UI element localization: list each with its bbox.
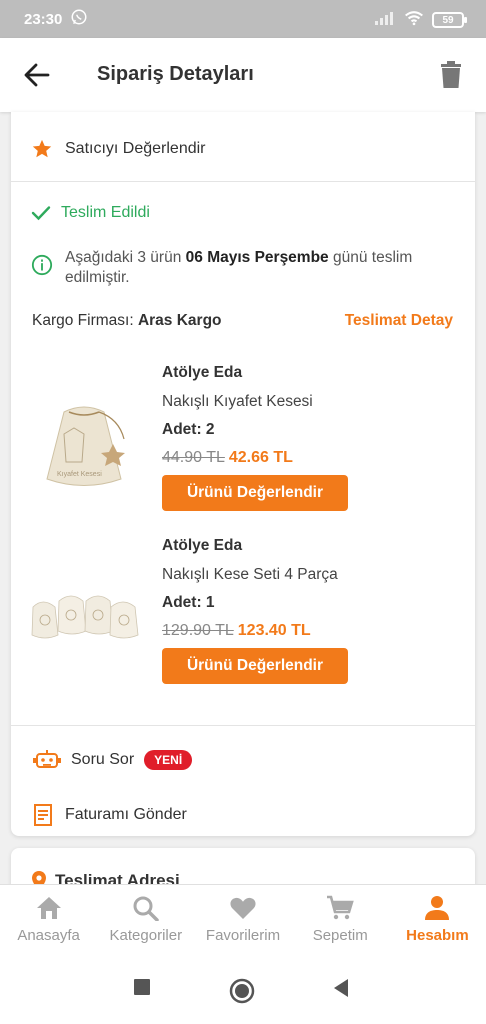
nav-item-home[interactable]: Anasayfa (0, 885, 97, 960)
ask-question-row[interactable]: Soru Sor YENİ (11, 748, 475, 772)
person-icon (425, 896, 450, 920)
ask-question-label: Soru Sor (71, 751, 135, 768)
delivery-status: Teslim Edildi (11, 204, 475, 222)
app-header: Sipariş Detayları (0, 38, 486, 112)
recents-button[interactable] (133, 978, 151, 1001)
order-card: Satıcıyı Değerlendir Teslim Edildi Aşağı… (11, 112, 475, 836)
triangle-back-icon (334, 979, 348, 997)
delivery-detail-link[interactable]: Teslimat Detay (345, 312, 453, 330)
delivery-date: 06 Mayıs Perşembe (185, 249, 329, 266)
new-price: 42.66 TL (228, 449, 293, 466)
product-image (31, 595, 139, 639)
old-price: 44.90 TL (162, 449, 225, 466)
product-price: 129.90 TL 123.40 TL (162, 622, 311, 640)
product-seller: Atölye Eda (162, 537, 243, 554)
info-prefix: Aşağıdaki 3 ürün (65, 249, 186, 266)
nav-label: Sepetim (312, 927, 368, 944)
check-icon (31, 206, 51, 221)
old-price: 129.90 TL (162, 622, 234, 639)
cargo-company: Kargo Firması: Aras Kargo (32, 312, 222, 330)
trash-icon (441, 61, 461, 88)
delete-button[interactable] (438, 60, 466, 90)
signal-icon (374, 11, 396, 29)
send-invoice-row[interactable]: Faturamı Gönder (11, 803, 475, 827)
product-quantity: Adet: 1 (162, 594, 215, 611)
status-bar: 23:30 59 (0, 0, 486, 38)
rate-product-button[interactable]: Ürünü Değerlendir (162, 648, 348, 684)
circle-icon (229, 978, 255, 1004)
delivery-status-label: Teslim Edildi (61, 204, 150, 221)
arrow-left-icon (24, 63, 50, 87)
product-item: Atölye Eda Nakışlı Kese Seti 4 Parça Ade… (11, 537, 475, 687)
wifi-icon (404, 10, 424, 30)
battery-level: 59 (442, 14, 454, 26)
back-system-button[interactable] (332, 978, 350, 1003)
nav-label: Kategoriler (109, 927, 183, 944)
nav-label: Favorilerim (205, 927, 281, 944)
product-name: Nakışlı Kese Seti 4 Parça (162, 566, 338, 583)
rate-seller-label: Satıcıyı Değerlendir (65, 140, 206, 157)
system-nav-bar (0, 960, 486, 1024)
divider (11, 181, 475, 182)
bottom-nav: Anasayfa Kategoriler Favorilerim Sepetim… (0, 884, 486, 960)
info-icon (31, 254, 53, 276)
invoice-icon (34, 804, 52, 826)
nav-label: Hesabım (406, 927, 469, 944)
search-icon (133, 896, 159, 921)
whatsapp-icon (70, 8, 88, 30)
robot-icon (33, 750, 61, 768)
cargo-label: Kargo Firması: (32, 312, 138, 329)
product-seller: Atölye Eda (162, 364, 243, 381)
home-system-button[interactable] (229, 978, 255, 1009)
nav-item-cart[interactable]: Sepetim (292, 885, 389, 960)
nav-label: Anasayfa (17, 927, 80, 944)
new-badge: YENİ (144, 750, 193, 770)
cargo-name: Aras Kargo (137, 312, 222, 329)
nav-item-categories[interactable]: Kategoriler (97, 885, 194, 960)
heart-icon (230, 897, 256, 919)
new-price: 123.40 TL (237, 622, 311, 639)
page-title: Sipariş Detayları (97, 63, 254, 85)
rate-product-button[interactable]: Ürünü Değerlendir (162, 475, 348, 511)
send-invoice-label: Faturamı Gönder (65, 806, 187, 823)
divider (11, 725, 475, 726)
status-time: 23:30 (24, 10, 63, 28)
product-item: Kıyafet Kesesi Atölye Eda Nakışlı Kıyafe… (11, 364, 475, 514)
star-icon (32, 139, 52, 158)
cart-icon (327, 895, 354, 920)
product-quantity: Adet: 2 (162, 421, 215, 438)
back-button[interactable] (22, 60, 52, 90)
home-icon (36, 897, 61, 919)
nav-item-favorites[interactable]: Favorilerim (194, 885, 291, 960)
product-image: Kıyafet Kesesi (46, 406, 125, 486)
delivery-info-text: Aşağıdaki 3 ürün 06 Mayıs Perşembe günü … (65, 248, 451, 288)
product-name: Nakışlı Kıyafet Kesesi (162, 393, 313, 410)
rate-seller-row[interactable]: Satıcıyı Değerlendir (11, 134, 475, 164)
delivery-info: Aşağıdaki 3 ürün 06 Mayıs Perşembe günü … (31, 248, 451, 288)
battery-indicator: 59 (432, 12, 467, 28)
svg-text:Kıyafet Kesesi: Kıyafet Kesesi (57, 471, 102, 478)
square-icon (134, 979, 150, 995)
product-price: 44.90 TL 42.66 TL (162, 449, 293, 467)
nav-item-account[interactable]: Hesabım (389, 885, 486, 960)
